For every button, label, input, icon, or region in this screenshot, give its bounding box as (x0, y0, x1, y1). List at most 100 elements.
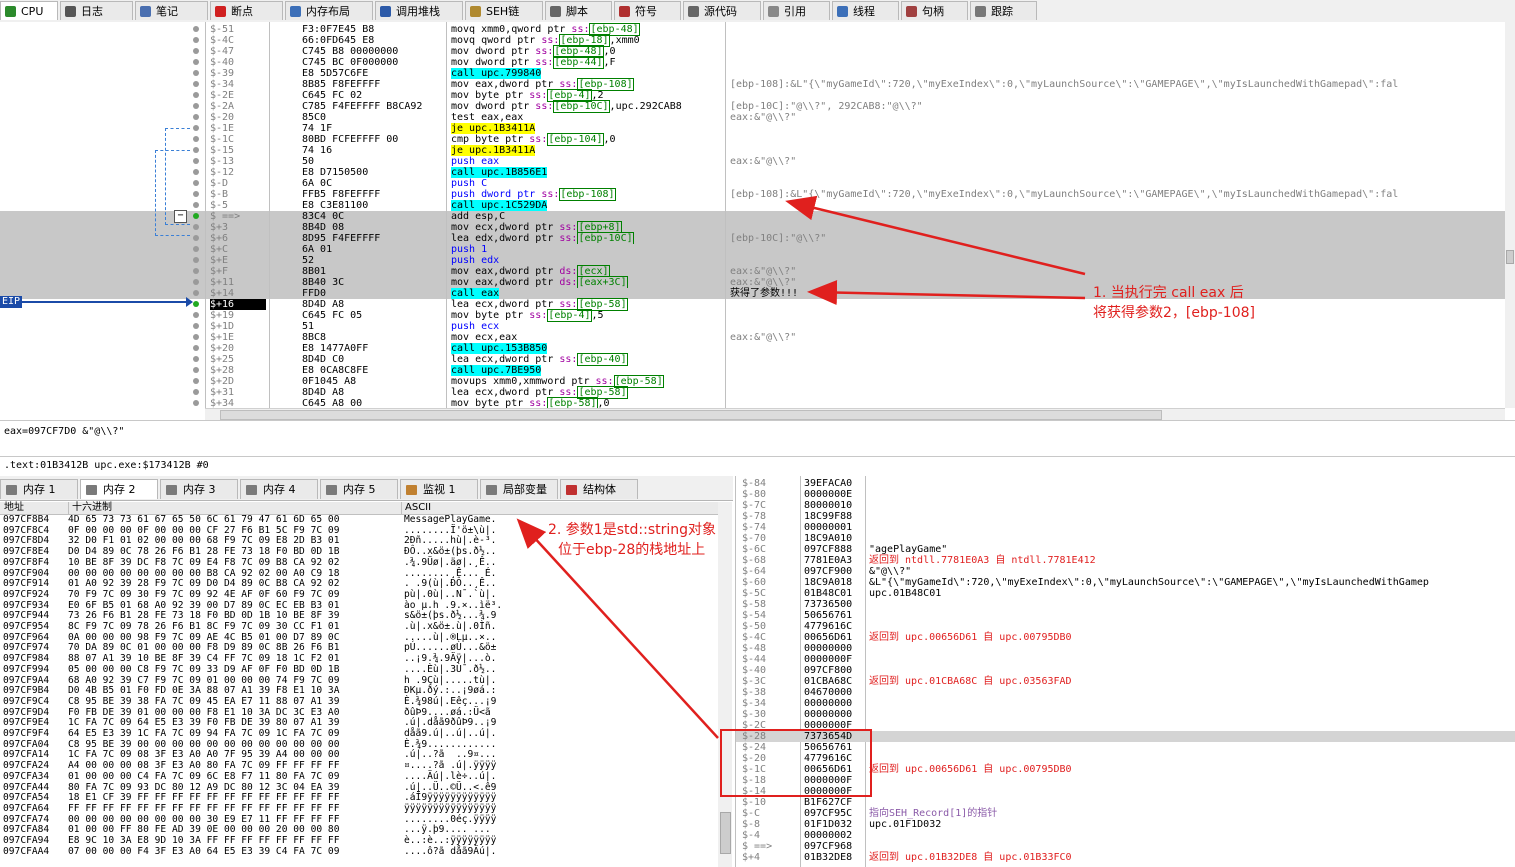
breakpoint-dot[interactable] (193, 158, 199, 164)
disasm-row[interactable]: $-D 6A 0C push C (0, 178, 1505, 189)
col-hex-header[interactable]: 十六进制 (68, 502, 402, 514)
tab-8[interactable]: 符号 (614, 1, 681, 20)
disasm-row[interactable]: $+19 C645 FC 05 mov byte ptr ss:[ebp-4],5 (0, 309, 1505, 322)
stack-row[interactable]: $-5C 01B48C01 upc.01B48C01 (736, 588, 1515, 599)
breakpoint-dot[interactable] (193, 312, 199, 318)
stack-row[interactable]: $-54 50656761 (736, 610, 1515, 621)
stack-row[interactable]: $-7C 80000010 (736, 500, 1515, 511)
disasm-row[interactable]: $+11 8B40 3C mov eax,dword ptr ds:[eax+3C]… (0, 276, 1505, 289)
breakpoint-dot[interactable] (193, 70, 199, 76)
breakpoint-dot[interactable] (193, 169, 199, 175)
breakpoint-dot[interactable] (193, 136, 199, 142)
disasm-row[interactable]: $-B FFB5 F8FEFFFF push dword ptr ss:[ebp-1… (0, 188, 1505, 201)
dump-row[interactable]: 097CF994 05 00 00 00 C8 F9 7C 09 33 D9 AF… (0, 664, 718, 676)
disasm-vertical-scrollbar[interactable] (1505, 22, 1515, 408)
stack-row[interactable]: $-6C 097CF888 "agePlayGame" (736, 544, 1515, 555)
stack-row[interactable]: $-64 097CF900 &"@\\?" (736, 566, 1515, 577)
breakpoint-dot[interactable] (193, 378, 199, 384)
disasm-row[interactable]: $-12 E8 D7150500 call upc.1B856E1 (0, 167, 1505, 178)
disasm-row[interactable]: $+14 FFD0 call eax 获得了参数!!! (0, 288, 1505, 299)
tab-13[interactable]: 跟踪 (970, 1, 1037, 20)
breakpoint-dot[interactable] (193, 290, 199, 296)
breakpoint-dot[interactable] (193, 367, 199, 373)
scroll-thumb[interactable] (720, 812, 731, 854)
disasm-row[interactable]: $-13 50 push eax eax:&"@\\?" (0, 156, 1505, 167)
stack-row[interactable]: $-44 0000000F (736, 654, 1515, 665)
memory-tab-4[interactable]: 内存 5 (320, 479, 398, 499)
breakpoint-dot[interactable] (193, 114, 199, 120)
breakpoint-dot[interactable] (193, 356, 199, 362)
disasm-row[interactable]: $+2D 0F1045 A8 movups xmm0,xmmword ptr ss:… (0, 375, 1505, 388)
breakpoint-dot[interactable] (193, 334, 199, 340)
dump-row[interactable]: 097CF924 70 F9 7C 09 30 F9 7C 09 92 4E AF… (0, 589, 718, 601)
dump-row[interactable]: 097CFA64 FF FF FF FF FF FF FF FF FF FF FF… (0, 803, 718, 815)
memory-tab-2[interactable]: 内存 3 (160, 479, 238, 499)
disasm-row[interactable]: $-2E C645 FC 02 mov byte ptr ss:[ebp-4],2 (0, 89, 1505, 102)
tab-1[interactable]: 日志 (60, 1, 133, 20)
disasm-row[interactable]: $+C 6A 01 push 1 (0, 244, 1505, 255)
tab-3[interactable]: 断点 (210, 1, 283, 20)
disasm-row[interactable]: $+28 E8 0CA8C8FE call upc.7BE950 (0, 365, 1505, 376)
disasm-row[interactable]: $+16 8D4D A8 lea ecx,dword ptr ss:[ebp-58] (0, 298, 1505, 311)
memory-tab-5[interactable]: 监视 1 (400, 479, 478, 499)
scroll-thumb[interactable] (220, 410, 1162, 420)
breakpoint-dot[interactable] (193, 268, 199, 274)
disasm-row[interactable]: $+31 8D4D A8 lea ecx,dword ptr ss:[ebp-58] (0, 386, 1505, 399)
tab-7[interactable]: 脚本 (545, 1, 612, 20)
collapse-toggle[interactable]: − (174, 210, 187, 223)
breakpoint-dot[interactable] (193, 37, 199, 43)
breakpoint-dot[interactable] (193, 81, 199, 87)
stack-row[interactable]: $-4 00000002 (736, 830, 1515, 841)
disasm-row[interactable]: $-51 F3:0F7E45 B8 movq xmm0,qword ptr ss:[… (0, 23, 1505, 36)
tab-10[interactable]: 引用 (763, 1, 830, 20)
scroll-thumb[interactable] (1506, 250, 1514, 264)
disasm-row[interactable]: $-40 C745 BC 0F000000 mov dword ptr ss:[eb… (0, 56, 1505, 69)
dump-scrollbar[interactable] (718, 502, 732, 867)
breakpoint-dot[interactable] (193, 279, 199, 285)
stack-row[interactable]: $ ==> 097CF968 (736, 841, 1515, 852)
disasm-row[interactable]: $+1E 8BC8 mov ecx,eax eax:&"@\\?" (0, 332, 1505, 343)
breakpoint-dot[interactable] (193, 246, 199, 252)
disasm-row[interactable]: $+F 8B01 mov eax,dword ptr ds:[ecx] eax:&"@… (0, 265, 1505, 278)
stack-row[interactable]: $-8 01F1D032 upc.01F1D032 (736, 819, 1515, 830)
breakpoint-dot[interactable] (193, 191, 199, 197)
stack-row[interactable]: $-84 39EFACA0 (736, 478, 1515, 489)
stack-row[interactable]: $-70 18C9A010 (736, 533, 1515, 544)
col-ascii-header[interactable]: ASCII (401, 502, 715, 514)
disasm-row[interactable]: $-39 E8 5D57C6FE call upc.799840 (0, 68, 1505, 79)
breakpoint-dot[interactable] (193, 48, 199, 54)
tab-11[interactable]: 线程 (832, 1, 899, 20)
disasm-row[interactable]: $+1D 51 push ecx (0, 321, 1505, 332)
disasm-row[interactable]: $+20 E8 1477A0FF call upc.153B850 (0, 343, 1505, 354)
breakpoint-dot[interactable] (193, 400, 199, 406)
memory-tab-1[interactable]: 内存 2 (80, 479, 158, 499)
breakpoint-dot[interactable] (193, 235, 199, 241)
stack-row[interactable]: $-78 18C99F88 (736, 511, 1515, 522)
breakpoint-dot[interactable] (193, 26, 199, 32)
breakpoint-dot[interactable] (193, 257, 199, 263)
breakpoint-dot[interactable] (193, 125, 199, 131)
stack-row[interactable]: $-60 18C9A018 &L"{\"myGameId\":720,\"myExe… (736, 577, 1515, 588)
memory-tab-0[interactable]: 内存 1 (0, 479, 78, 499)
breakpoint-dot[interactable] (193, 301, 199, 307)
stack-row[interactable]: $-74 00000001 (736, 522, 1515, 533)
disasm-row[interactable]: $+25 8D4D C0 lea ecx,dword ptr ss:[ebp-40] (0, 353, 1505, 366)
breakpoint-dot[interactable] (193, 92, 199, 98)
disasm-row[interactable]: $+3 8B4D 08 mov ecx,dword ptr ss:[ebp+8] (0, 221, 1505, 234)
tab-6[interactable]: SEH链 (465, 1, 543, 20)
stack-row[interactable]: $+4 01B32DE8 返回到 upc.01B32DE8 自 upc.01B33F… (736, 852, 1515, 863)
tab-4[interactable]: 内存布局 (285, 1, 373, 20)
stack-row[interactable]: $-50 4779616C (736, 621, 1515, 632)
stack-row[interactable]: $-80 0000000E (736, 489, 1515, 500)
disasm-row[interactable]: $-15 74 16 je upc.1B3411A (0, 145, 1505, 156)
disasm-row[interactable]: $ ==> 83C4 0C add esp,C (0, 211, 1505, 222)
stack-row[interactable]: $-68 7781E0A3 返回到 ntdll.7781E0A3 自 ntdll.7… (736, 555, 1515, 566)
breakpoint-dot[interactable] (193, 389, 199, 395)
stack-row[interactable]: $-40 097CF800 (736, 665, 1515, 676)
breakpoint-dot[interactable] (193, 180, 199, 186)
stack-row[interactable]: $-C 097CF95C 指向SEH_Record[1]的指针 (736, 808, 1515, 819)
disasm-row[interactable]: $+E 52 push edx (0, 255, 1505, 266)
disasm-row[interactable]: $-1C 80BD FCFEFFFF 00 cmp byte ptr ss:[ebp… (0, 133, 1505, 146)
stack-row[interactable]: $-10 B1F627CF (736, 797, 1515, 808)
stack-row[interactable]: $-38 04670000 (736, 687, 1515, 698)
